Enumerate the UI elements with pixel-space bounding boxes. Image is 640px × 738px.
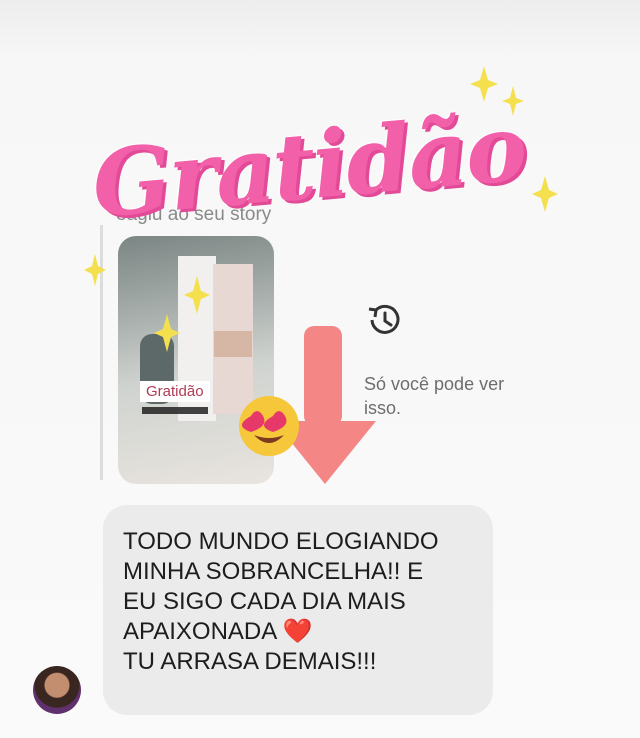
message-line: TODO MUNDO ELOGIANDO bbox=[123, 528, 439, 555]
thumbnail-shelf bbox=[214, 331, 252, 357]
sparkle-icon bbox=[154, 314, 180, 352]
sparkle-icon bbox=[532, 176, 558, 212]
message-line: TU ARRASA DEMAIS!!! bbox=[123, 648, 377, 675]
thumbnail-caption: Gratidão bbox=[140, 381, 210, 402]
message-line: APAIXONADA ❤️ bbox=[123, 618, 313, 645]
message-line: MINHA SOBRANCELHA!! E bbox=[123, 558, 424, 585]
message-bubble[interactable]: TODO MUNDO ELOGIANDO MINHA SOBRANCELHA!!… bbox=[103, 505, 493, 715]
sparkle-icon bbox=[84, 254, 106, 286]
thumbnail-handle-tag bbox=[142, 407, 208, 414]
visibility-notice: Só você pode ver isso. bbox=[364, 374, 505, 418]
heart-eyes-emoji-icon bbox=[239, 396, 299, 456]
sparkle-icon bbox=[502, 86, 524, 116]
message-text: TODO MUNDO ELOGIANDO MINHA SOBRANCELHA!!… bbox=[123, 527, 439, 677]
sparkle-icon bbox=[470, 66, 498, 102]
gratidao-sticker: Gratidão bbox=[88, 93, 530, 239]
message-line: EU SIGO CADA DIA MAIS bbox=[123, 588, 406, 615]
sparkle-icon bbox=[184, 276, 210, 314]
sender-avatar[interactable] bbox=[33, 666, 81, 714]
